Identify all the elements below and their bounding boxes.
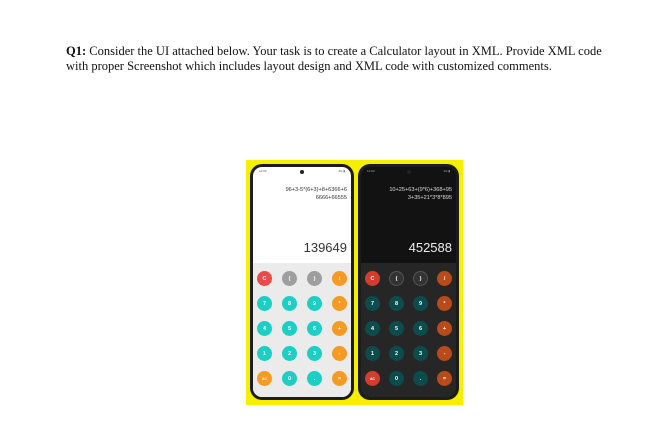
light-key-decimal[interactable]: . <box>307 371 322 386</box>
dark-camera-icon <box>406 170 411 174</box>
dark-key-digit-0[interactable]: 0 <box>389 371 404 386</box>
light-key-digit-7[interactable]: 7 <box>257 296 272 311</box>
dark-expression-display: 10+25+63+(9*6)+368+95 3+35+21*3*8*895 <box>365 186 452 202</box>
dark-keypad-row: 7 8 9 * <box>365 296 452 312</box>
dark-expression-line1: 10+25+63+(9*6)+368+95 <box>389 187 452 193</box>
light-expression-line2: 6666+66555 <box>315 195 347 201</box>
dark-key-digit-6[interactable]: 6 <box>413 321 428 336</box>
light-keypad-row: AC 0. = <box>257 371 347 387</box>
dark-key-digit-2[interactable]: 2 <box>389 346 404 361</box>
dark-result-display: 452588 <box>408 240 452 255</box>
dark-key-equals[interactable]: = <box>437 371 452 386</box>
dark-key-digit-8[interactable]: 8 <box>389 296 404 311</box>
phone-dark-theme: 12:00 4G ▮ 10+25+63+(9*6)+368+95 3+35+21… <box>358 164 459 400</box>
light-key-divide[interactable]: / <box>332 271 347 286</box>
light-keypad-row: 123- <box>257 346 347 362</box>
light-key-close-paren[interactable]: ) <box>307 271 322 286</box>
dark-screen: 12:00 4G ▮ 10+25+63+(9*6)+368+95 3+35+21… <box>361 167 456 397</box>
dark-keypad-row: 123- <box>365 346 452 362</box>
light-camera-icon <box>300 170 304 174</box>
light-key-digit-4[interactable]: 4 <box>257 321 272 336</box>
dark-key-digit-7[interactable]: 7 <box>365 296 380 311</box>
dark-keypad: C () / 7 8 9 * 4 5 6 +1 2 3- AC 0. = <box>361 263 456 397</box>
dark-status-time: 12:00 <box>367 169 375 173</box>
light-status-icons: 4G ▮ <box>338 169 346 173</box>
dark-key-open-paren[interactable]: ( <box>389 271 404 286</box>
dark-keypad-row: C () / <box>365 271 452 287</box>
light-expression-line1: 96+3-5*(6+3)+8+6366+6 <box>285 187 347 193</box>
question-body: Consider the UI attached below. Your tas… <box>66 44 602 73</box>
light-keypad-row: C () / <box>257 271 347 287</box>
light-key-digit-9[interactable]: 9 <box>307 296 322 311</box>
light-key-clear[interactable]: C <box>257 271 272 286</box>
dark-keypad-row: 4 5 6 + <box>365 321 452 337</box>
dark-key-plus[interactable]: + <box>437 321 452 336</box>
calculator-screenshot: 12:00 4G ▮ 96+3-5*(6+3)+8+6366+6 6666+66… <box>246 160 463 405</box>
dark-keypad-row: AC 0. = <box>365 371 452 387</box>
dark-key-digit-9[interactable]: 9 <box>413 296 428 311</box>
light-key-minus[interactable]: - <box>332 346 347 361</box>
light-key-plus[interactable]: + <box>332 321 347 336</box>
dark-key-digit-1[interactable]: 1 <box>365 346 380 361</box>
light-key-digit-6[interactable]: 6 <box>307 321 322 336</box>
dark-key-divide[interactable]: / <box>437 271 452 286</box>
dark-key-digit-4[interactable]: 4 <box>365 321 380 336</box>
light-expression-display: 96+3-5*(6+3)+8+6366+6 6666+66555 <box>257 186 347 202</box>
light-result-display: 139649 <box>303 240 347 255</box>
light-key-open-paren[interactable]: ( <box>282 271 297 286</box>
dark-key-multiply[interactable]: * <box>437 296 452 311</box>
phone-light-theme: 12:00 4G ▮ 96+3-5*(6+3)+8+6366+6 6666+66… <box>250 164 354 400</box>
dark-key-all-clear[interactable]: AC <box>365 371 380 386</box>
light-keypad-row: 7 8 9 * <box>257 296 347 312</box>
dark-key-minus[interactable]: - <box>437 346 452 361</box>
dark-key-close-paren[interactable]: ) <box>413 271 428 286</box>
dark-key-decimal[interactable]: . <box>413 371 428 386</box>
light-key-digit-5[interactable]: 5 <box>282 321 297 336</box>
light-screen: 12:00 4G ▮ 96+3-5*(6+3)+8+6366+6 6666+66… <box>253 167 351 397</box>
dark-key-digit-3[interactable]: 3 <box>413 346 428 361</box>
light-key-digit-3[interactable]: 3 <box>307 346 322 361</box>
light-key-digit-2[interactable]: 2 <box>282 346 297 361</box>
question-label: Q1: <box>66 44 87 58</box>
light-status-time: 12:00 <box>259 169 267 173</box>
light-key-digit-0[interactable]: 0 <box>282 371 297 386</box>
question-text: Q1: Consider the UI attached below. Your… <box>66 44 626 74</box>
dark-status-icons: 4G ▮ <box>443 169 451 173</box>
light-keypad: C () / 7 8 9 * 4 5 6 +1 2 3- AC 0. = <box>253 263 351 397</box>
light-key-digit-1[interactable]: 1 <box>257 346 272 361</box>
light-key-multiply[interactable]: * <box>332 296 347 311</box>
dark-key-clear[interactable]: C <box>365 271 380 286</box>
dark-key-digit-5[interactable]: 5 <box>389 321 404 336</box>
dark-expression-line2: 3+35+21*3*8*895 <box>407 195 452 201</box>
light-key-all-clear[interactable]: AC <box>257 371 272 386</box>
light-key-equals[interactable]: = <box>332 371 347 386</box>
light-keypad-row: 4 5 6 + <box>257 321 347 337</box>
light-key-digit-8[interactable]: 8 <box>282 296 297 311</box>
